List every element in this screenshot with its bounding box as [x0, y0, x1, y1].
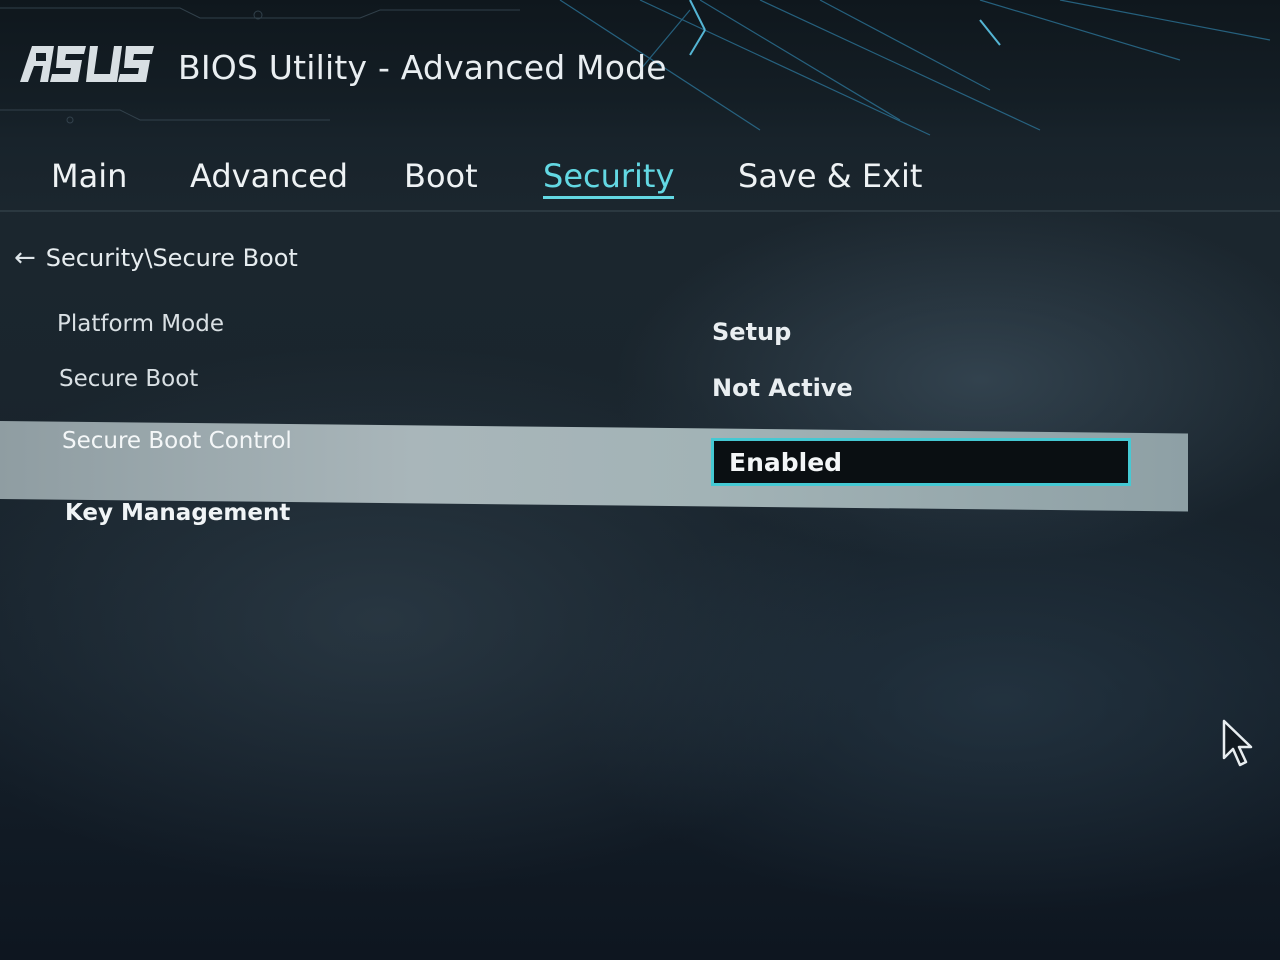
secure-boot-control-select[interactable]: Enabled — [711, 438, 1131, 486]
mouse-pointer-icon — [1222, 719, 1253, 767]
setting-label-platform-mode: Platform Mode — [57, 311, 224, 337]
tab-bar: Main Advanced Boot Security Save & Exit — [0, 140, 1280, 212]
arrow-left-icon[interactable]: ← — [14, 245, 36, 271]
tab-boot[interactable]: Boot — [404, 157, 478, 195]
tab-security[interactable]: Security — [543, 157, 675, 199]
secure-boot-control-value: Enabled — [729, 448, 843, 477]
setting-label-secure-boot: Secure Boot — [59, 366, 199, 392]
setting-key-management[interactable]: Key Management — [65, 500, 290, 526]
asus-logo — [20, 46, 154, 82]
app-title: BIOS Utility - Advanced Mode — [178, 48, 667, 87]
setting-value-platform-mode: Setup — [712, 318, 792, 346]
tab-main[interactable]: Main — [51, 157, 127, 195]
header: BIOS Utility - Advanced Mode — [0, 0, 1280, 140]
breadcrumb: ← Security\Secure Boot — [14, 244, 298, 272]
setting-label-secure-boot-control[interactable]: Secure Boot Control — [62, 428, 292, 454]
tab-save-exit[interactable]: Save & Exit — [738, 157, 922, 195]
breadcrumb-path: Security\Secure Boot — [45, 244, 298, 272]
bios-screen: BIOS Utility - Advanced Mode Main Advanc… — [0, 0, 1280, 960]
tab-advanced[interactable]: Advanced — [190, 157, 348, 195]
setting-value-secure-boot: Not Active — [712, 374, 853, 402]
